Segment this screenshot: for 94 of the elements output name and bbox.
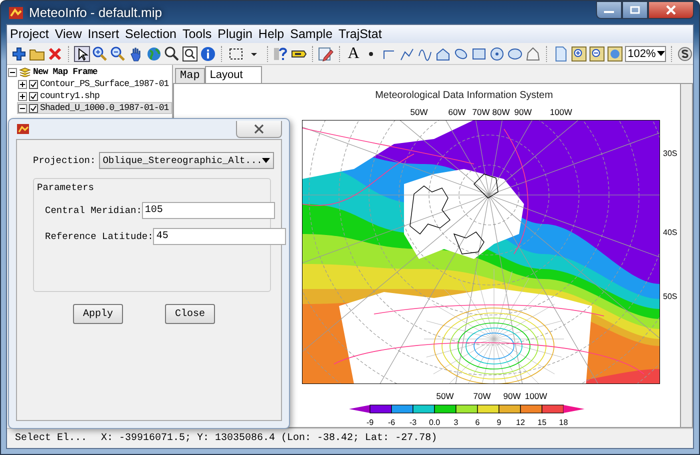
colorbar-label: -3 — [409, 418, 417, 427]
longitude-label: 90W — [503, 391, 521, 401]
close-button[interactable] — [236, 120, 282, 138]
zoom-dropdown[interactable]: 102% — [624, 46, 666, 62]
colorbar-label: -9 — [366, 418, 374, 427]
caret-icon — [262, 158, 270, 163]
polygon-outline-icon[interactable] — [525, 46, 542, 62]
status-coordinates: X: -39916071.5; Y: 13035086.4 (Lon: -38.42; Lat: -27.78) — [101, 433, 438, 444]
map-title: Meteorological Data Information System — [375, 90, 553, 101]
input-field[interactable]: 105 — [142, 202, 275, 219]
add-layer-icon[interactable] — [11, 46, 27, 62]
colorbar-label: 12 — [516, 418, 525, 427]
close-icon — [253, 124, 265, 134]
zoom-out-icon[interactable] — [110, 46, 126, 62]
menu-item[interactable]: Help — [255, 27, 288, 41]
layer-name[interactable]: Contour_PS_Surface_1987-01 — [40, 79, 169, 89]
menu-item[interactable]: Insert — [84, 27, 122, 41]
colorbar-label: 6 — [475, 418, 480, 427]
edit-icon[interactable] — [318, 46, 334, 62]
input-field[interactable]: 45 — [153, 228, 286, 245]
delete-icon[interactable] — [47, 46, 63, 62]
circle-icon[interactable] — [489, 46, 506, 62]
layer-checkbox[interactable] — [29, 80, 38, 88]
menu-item[interactable]: Selection — [122, 27, 180, 41]
longitude-label: 100W — [524, 391, 548, 401]
expand-icon[interactable] — [18, 80, 27, 88]
longitude-label: 80W — [492, 107, 510, 117]
coin-icon[interactable] — [677, 46, 693, 62]
menu-item[interactable]: Project — [7, 27, 52, 41]
polygon-icon[interactable] — [435, 46, 452, 62]
page-fit-icon[interactable] — [606, 46, 623, 62]
ellipse-icon[interactable] — [507, 46, 524, 62]
menu-item[interactable]: Sample — [287, 27, 336, 41]
projection-label: Projection: — [33, 155, 96, 166]
info-icon[interactable] — [200, 46, 216, 62]
menu-item[interactable]: View — [52, 27, 85, 41]
app-icon — [8, 4, 24, 20]
close-button[interactable] — [648, 1, 694, 19]
caret-icon — [656, 51, 665, 56]
tab[interactable]: Map — [175, 68, 205, 83]
latitude-label: 30S — [663, 149, 678, 158]
longitude-label: 50W — [436, 391, 454, 401]
layers-icon — [19, 67, 31, 77]
collapse-icon[interactable] — [8, 68, 17, 76]
longitude-label: 90W — [514, 107, 532, 117]
status-message: Select El... — [15, 433, 88, 444]
page-icon[interactable] — [552, 46, 569, 62]
map-frame-label[interactable]: New Map Frame — [33, 67, 98, 77]
layer-name[interactable]: country1.shp — [40, 91, 100, 101]
expand-icon[interactable] — [18, 92, 27, 100]
colorbar-label: 18 — [559, 418, 568, 427]
magnifier-icon[interactable] — [164, 46, 180, 62]
group-label: Parameters — [37, 182, 94, 193]
field-label: Reference Latitude: — [45, 231, 154, 242]
selection-rect-icon[interactable] — [228, 46, 244, 62]
globe-icon[interactable] — [146, 46, 162, 62]
zoom-extent-icon[interactable] — [182, 46, 198, 62]
rectangle-icon[interactable] — [471, 46, 488, 62]
pointer-icon[interactable] — [74, 46, 90, 62]
tab[interactable]: Layout — [204, 66, 262, 83]
maximize-icon — [630, 6, 640, 14]
layer-checkbox[interactable] — [29, 104, 38, 112]
colorbar-label: 9 — [496, 418, 502, 427]
colorbar-label: 15 — [538, 418, 546, 427]
longitude-label: 100W — [550, 107, 572, 117]
field-label: Central Meridian: — [45, 205, 142, 216]
longitude-label: 70W — [473, 391, 491, 401]
projection-dropdown[interactable]: Oblique_Stereographic_Alt... — [98, 152, 274, 169]
colorbar-label: 3 — [454, 418, 458, 427]
menu-item[interactable]: Tools — [179, 27, 215, 41]
layer-checkbox[interactable] — [29, 92, 38, 100]
scrollbar[interactable] — [681, 84, 692, 427]
dialog-button[interactable]: Close — [165, 304, 215, 324]
page-zoom-out-icon[interactable] — [588, 46, 605, 62]
dialog-button[interactable]: Apply — [73, 304, 123, 324]
collapse-icon[interactable] — [18, 104, 27, 112]
longitude-label: 50W — [410, 107, 428, 117]
latitude-label: 50S — [663, 292, 678, 301]
colorbar-label: 0.0 — [428, 418, 440, 427]
help-icon[interactable] — [273, 46, 290, 62]
latitude-label: 40S — [663, 228, 678, 237]
app-icon — [16, 123, 30, 135]
minimize-button[interactable] — [596, 1, 622, 19]
close-icon — [665, 5, 677, 15]
maximize-button[interactable] — [622, 1, 648, 19]
colorbar-label: -6 — [388, 418, 396, 427]
text-tool[interactable]: A — [346, 46, 362, 62]
window-title: MeteoInfo - default.mip — [29, 5, 163, 20]
menu-item[interactable]: TrajStat — [336, 27, 385, 41]
menu-item[interactable]: Plugin — [214, 27, 256, 41]
page-zoom-in-icon[interactable] — [570, 46, 587, 62]
longitude-label: 60W — [448, 107, 466, 117]
longitude-label: 70W — [472, 107, 490, 117]
zoom-in-icon[interactable] — [92, 46, 108, 62]
